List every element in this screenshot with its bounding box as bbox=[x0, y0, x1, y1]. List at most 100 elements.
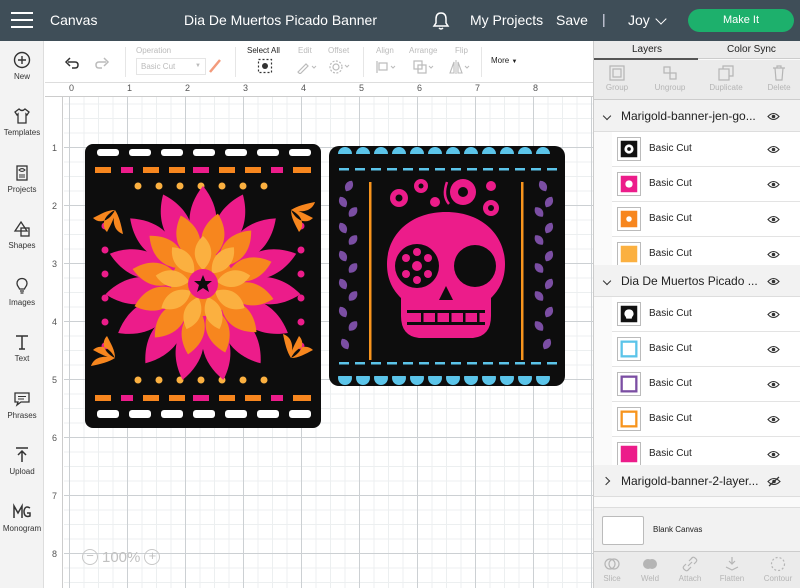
ruler-tick-label: 3 bbox=[243, 83, 249, 93]
group-button[interactable]: Group bbox=[604, 65, 630, 92]
speech-bubble-icon bbox=[14, 392, 30, 407]
left-rail: New Templates Projects Shapes Images Tex… bbox=[0, 41, 44, 588]
layer-thumbnail bbox=[617, 137, 641, 161]
rail-text[interactable]: Text bbox=[0, 333, 44, 363]
layer-group-dia-de-muertos[interactable]: Dia De Muertos Picado ... bbox=[594, 265, 800, 297]
tab-color-sync[interactable]: Color Sync bbox=[727, 44, 776, 55]
layer-group-marigold[interactable]: Marigold-banner-jen-go... bbox=[594, 100, 800, 132]
eye-icon[interactable] bbox=[767, 145, 780, 154]
ruler-tick-label: 0 bbox=[69, 83, 75, 93]
group-label: Group bbox=[605, 83, 629, 92]
ruler-tick-label: 1 bbox=[127, 83, 133, 93]
rail-label: Projects bbox=[7, 185, 37, 194]
make-it-button[interactable]: Make It bbox=[688, 9, 794, 32]
layer-thumbnail bbox=[617, 337, 641, 361]
edit-pencil-icon[interactable] bbox=[296, 60, 318, 74]
offset-icon[interactable] bbox=[328, 59, 352, 75]
layer-row[interactable]: Basic Cut bbox=[612, 297, 800, 332]
layer-thumbnail bbox=[617, 407, 641, 431]
layer-row[interactable]: Basic Cut bbox=[612, 367, 800, 402]
chevron-right-icon[interactable] bbox=[601, 476, 611, 486]
rail-monogram[interactable]: Monogram bbox=[0, 503, 44, 533]
weld-label: Weld bbox=[640, 574, 660, 583]
eye-icon[interactable] bbox=[767, 180, 780, 189]
blank-canvas-row[interactable]: Blank Canvas bbox=[594, 507, 800, 551]
arrange-icon[interactable] bbox=[413, 60, 435, 74]
panel-tabs: Layers Color Sync bbox=[594, 41, 800, 60]
ungroup-label: Ungroup bbox=[654, 83, 686, 92]
rail-images[interactable]: Images bbox=[0, 277, 44, 307]
ruler-tick-label: 6 bbox=[52, 433, 58, 443]
rail-projects[interactable]: Projects bbox=[0, 164, 44, 194]
layer-row[interactable]: Basic Cut bbox=[612, 132, 800, 167]
my-projects-link[interactable]: My Projects bbox=[470, 12, 543, 28]
rail-templates[interactable]: Templates bbox=[0, 107, 44, 137]
chevron-down-icon[interactable] bbox=[602, 276, 612, 286]
undo-icon[interactable] bbox=[64, 55, 80, 69]
layer-row[interactable]: Basic Cut bbox=[612, 202, 800, 237]
user-menu[interactable]: Joy bbox=[628, 12, 650, 28]
eye-icon[interactable] bbox=[767, 215, 780, 224]
ungroup-button[interactable]: Ungroup bbox=[652, 65, 688, 92]
group-name: Marigold-banner-jen-go... bbox=[621, 109, 756, 123]
weld-button[interactable]: Weld bbox=[638, 556, 662, 583]
tab-layers[interactable]: Layers bbox=[632, 44, 662, 55]
delete-label: Delete bbox=[767, 83, 791, 92]
ruler-tick-label: 7 bbox=[475, 83, 481, 93]
chevron-down-icon[interactable] bbox=[602, 111, 612, 121]
flatten-button[interactable]: Flatten bbox=[717, 556, 747, 583]
rail-new[interactable]: New bbox=[0, 51, 44, 81]
blank-canvas-swatch[interactable] bbox=[602, 516, 644, 545]
divider bbox=[235, 47, 236, 77]
eye-icon[interactable] bbox=[767, 345, 780, 354]
group-icon bbox=[609, 65, 625, 81]
eye-icon[interactable] bbox=[767, 415, 780, 424]
select-all-icon[interactable] bbox=[257, 58, 273, 74]
chevron-down-icon[interactable] bbox=[655, 13, 667, 25]
save-button[interactable]: Save bbox=[556, 12, 588, 28]
layer-group-marigold-2[interactable]: Marigold-banner-2-layer... bbox=[594, 465, 800, 497]
shirt-icon bbox=[14, 108, 30, 124]
ruler-tick-label: 7 bbox=[52, 491, 58, 501]
attach-button[interactable]: Attach bbox=[676, 556, 704, 583]
eye-icon[interactable] bbox=[767, 250, 780, 259]
redo-icon[interactable] bbox=[94, 55, 110, 69]
rail-phrases[interactable]: Phrases bbox=[0, 390, 44, 420]
eye-icon[interactable] bbox=[767, 112, 780, 121]
marigold-banner[interactable] bbox=[85, 144, 321, 428]
plus-circle-icon bbox=[13, 51, 31, 69]
operation-select[interactable]: Basic Cut ▼ bbox=[136, 58, 206, 75]
zoom-in-button[interactable]: + bbox=[144, 549, 161, 566]
duplicate-icon bbox=[718, 65, 734, 81]
zoom-out-button[interactable]: − bbox=[82, 549, 98, 566]
rail-upload[interactable]: Upload bbox=[0, 446, 44, 476]
slice-button[interactable]: Slice bbox=[600, 556, 624, 583]
eye-icon[interactable] bbox=[767, 380, 780, 389]
delete-button[interactable]: Delete bbox=[766, 65, 792, 92]
eye-hidden-icon[interactable] bbox=[767, 476, 781, 487]
duplicate-button[interactable]: Duplicate bbox=[707, 65, 745, 92]
eye-icon[interactable] bbox=[767, 450, 780, 459]
hamburger-menu-icon[interactable] bbox=[11, 12, 33, 29]
layer-row[interactable]: Basic Cut bbox=[612, 402, 800, 437]
layer-row[interactable]: Basic Cut bbox=[612, 167, 800, 202]
rail-shapes[interactable]: Shapes bbox=[0, 220, 44, 250]
eye-icon[interactable] bbox=[767, 277, 780, 286]
skull-banner[interactable] bbox=[329, 146, 565, 386]
eye-icon[interactable] bbox=[767, 310, 780, 319]
layer-row[interactable]: Basic Cut bbox=[612, 332, 800, 367]
flip-icon[interactable] bbox=[449, 59, 471, 75]
contour-button[interactable]: Contour bbox=[761, 556, 795, 583]
slice-label: Slice bbox=[603, 574, 621, 583]
separator: | bbox=[602, 11, 606, 27]
edit-label: Edit bbox=[298, 46, 312, 55]
bell-icon[interactable] bbox=[432, 11, 450, 31]
rail-label: Templates bbox=[3, 128, 41, 137]
design-canvas[interactable]: −100% + bbox=[64, 97, 593, 588]
ungroup-icon bbox=[663, 66, 677, 80]
more-menu[interactable]: More ▼ bbox=[491, 56, 517, 65]
pen-color-icon[interactable] bbox=[208, 58, 222, 74]
layer-name: Basic Cut bbox=[649, 178, 692, 189]
layer-thumbnail bbox=[617, 302, 641, 326]
align-icon[interactable] bbox=[375, 60, 397, 74]
